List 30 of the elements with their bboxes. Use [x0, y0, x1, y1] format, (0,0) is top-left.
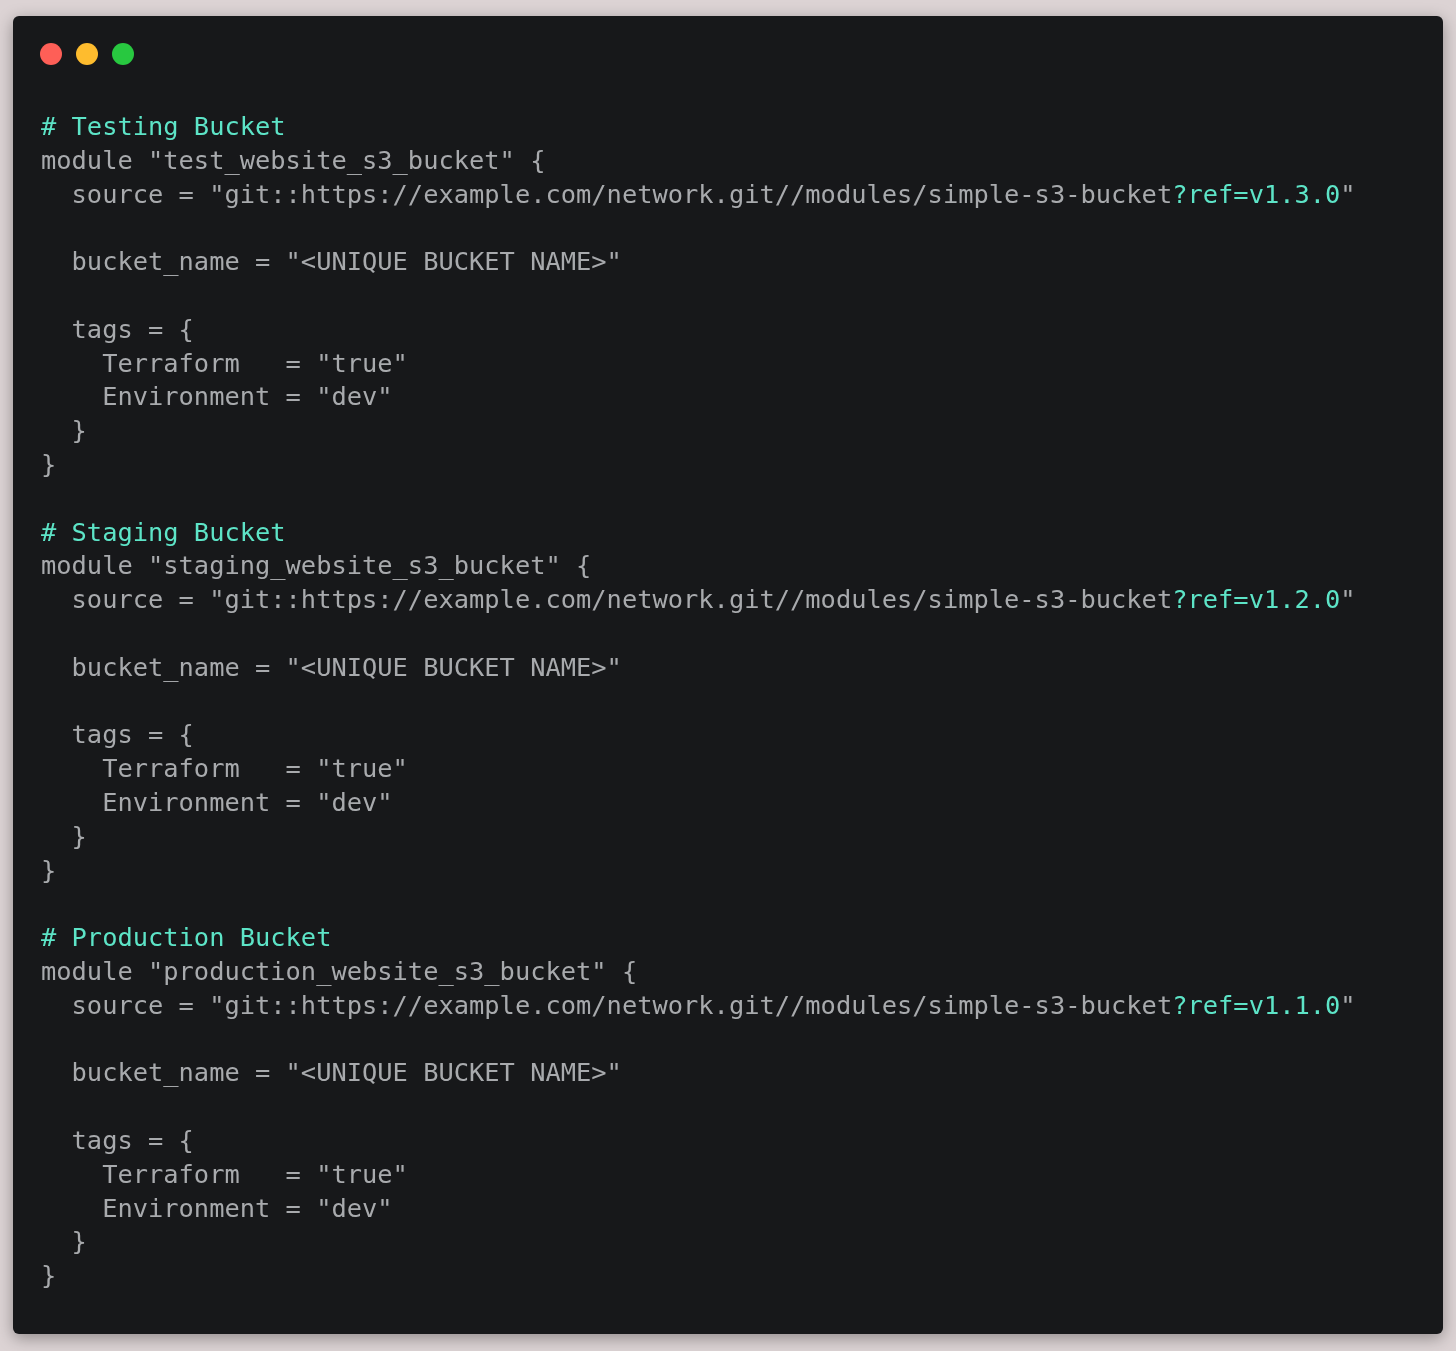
- code-line: bucket_name = "<UNIQUE BUCKET NAME>": [70, 246, 622, 277]
- code-line: Environment = "dev": [101, 786, 393, 817]
- code-line: bucket_name = "<UNIQUE BUCKET NAME>": [70, 651, 622, 682]
- code-line: Terraform = "true": [101, 347, 408, 378]
- code-line: Terraform = "true": [101, 1158, 408, 1189]
- minimize-button[interactable]: [76, 43, 98, 65]
- code-line: Environment = "dev": [101, 381, 393, 412]
- code-line: Terraform = "true": [101, 753, 408, 784]
- code-comment: # Staging Bucket: [41, 516, 286, 547]
- code-line: source = "git::https://example.com/network.git//modules/simple-s3-bucket?ref=v1.1.0": [70, 989, 1356, 1020]
- code-comment: # Production Bucket: [41, 922, 332, 953]
- code-line: tags = {: [70, 1124, 194, 1155]
- code-line: }: [70, 820, 87, 851]
- code-line: module "staging_website_s3_bucket" {: [41, 550, 592, 581]
- maximize-button[interactable]: [112, 43, 134, 65]
- code-line: tags = {: [70, 313, 194, 344]
- code-line: }: [70, 1226, 87, 1257]
- close-button[interactable]: [40, 43, 62, 65]
- code-line: module "production_website_s3_bucket" {: [41, 955, 638, 986]
- code-line: bucket_name = "<UNIQUE BUCKET NAME>": [70, 1057, 622, 1088]
- code-line: Environment = "dev": [101, 1192, 393, 1223]
- code-line: tags = {: [70, 719, 194, 750]
- code-line: }: [41, 854, 57, 885]
- code-line: source = "git::https://example.com/network.git//modules/simple-s3-bucket?ref=v1.2.0": [70, 584, 1356, 615]
- code-comment: # Testing Bucket: [41, 111, 286, 141]
- code-line: }: [70, 415, 87, 446]
- code-line: }: [41, 1260, 57, 1291]
- code-line: source = "git::https://example.com/network.git//modules/simple-s3-bucket?ref=v1.3.0": [70, 178, 1356, 209]
- code-line: module "test_website_s3_bucket" {: [41, 144, 546, 175]
- code-line: }: [41, 448, 57, 479]
